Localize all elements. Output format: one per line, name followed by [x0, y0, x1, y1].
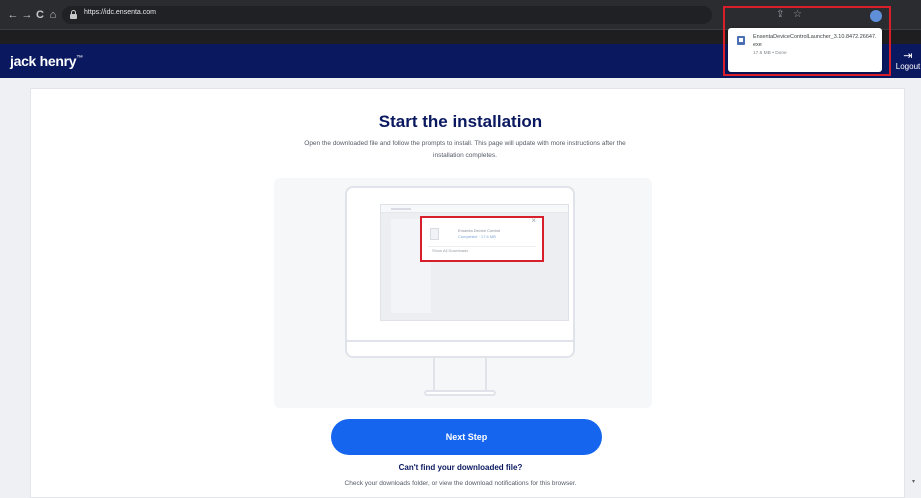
- illustration-file-name: Ensenta Device Control: [458, 228, 501, 233]
- scroll-down-icon[interactable]: ▾: [912, 478, 915, 485]
- url-text: https://idc.ensenta.com: [84, 9, 156, 16]
- page-title: Start the installation: [378, 112, 543, 131]
- download-popup[interactable]: EnsentaDeviceControlLauncher_3.10.8472.2…: [728, 28, 882, 72]
- logout-button[interactable]: ⇥ Logout: [895, 50, 921, 72]
- forward-arrow-icon[interactable]: →: [20, 8, 34, 22]
- illustration-file-status: Completed · 17.6 MB: [458, 234, 496, 239]
- logout-label: Logout: [895, 62, 921, 71]
- profile-avatar-icon[interactable]: [870, 10, 882, 22]
- star-icon[interactable]: ☆: [793, 9, 802, 21]
- help-text: Check your downloads folder, or view the…: [344, 480, 577, 487]
- logo-text: jack henry: [10, 53, 77, 69]
- screen-toolbar: [381, 205, 568, 213]
- back-arrow-icon[interactable]: ←: [6, 8, 20, 22]
- divider: [428, 246, 536, 247]
- next-step-button[interactable]: Next Step: [331, 419, 602, 455]
- monitor-base: [424, 390, 496, 396]
- jack-henry-logo: jack henry™: [10, 53, 83, 69]
- monitor-stand: [433, 358, 487, 392]
- close-icon: ×: [531, 216, 536, 225]
- download-status: 17.6 MB • Done: [753, 51, 787, 56]
- logo-trademark: ™: [76, 55, 83, 63]
- help-title: Can't find your downloaded file?: [398, 463, 523, 472]
- illustration-download-popup: × Ensenta Device Control Completed · 17.…: [420, 216, 544, 262]
- home-icon[interactable]: ⌂: [46, 8, 60, 22]
- page-description: Open the downloaded file and follow the …: [304, 140, 626, 159]
- browser-toolbar: ← → C ⌂ https://idc.ensenta.com ⇪ ☆: [0, 0, 921, 30]
- download-file-name[interactable]: EnsentaDeviceControlLauncher_3.10.8472.2…: [753, 33, 879, 49]
- reload-icon[interactable]: C: [33, 8, 47, 22]
- lock-icon: [70, 10, 77, 19]
- monitor-chin: [345, 340, 575, 358]
- share-icon[interactable]: ⇪: [776, 9, 784, 21]
- address-bar[interactable]: https://idc.ensenta.com: [62, 6, 712, 24]
- illustration-show-all: Show All Downloads: [432, 248, 469, 253]
- logout-icon: ⇥: [903, 50, 913, 62]
- file-icon: [430, 228, 439, 240]
- exe-file-icon: [737, 36, 745, 45]
